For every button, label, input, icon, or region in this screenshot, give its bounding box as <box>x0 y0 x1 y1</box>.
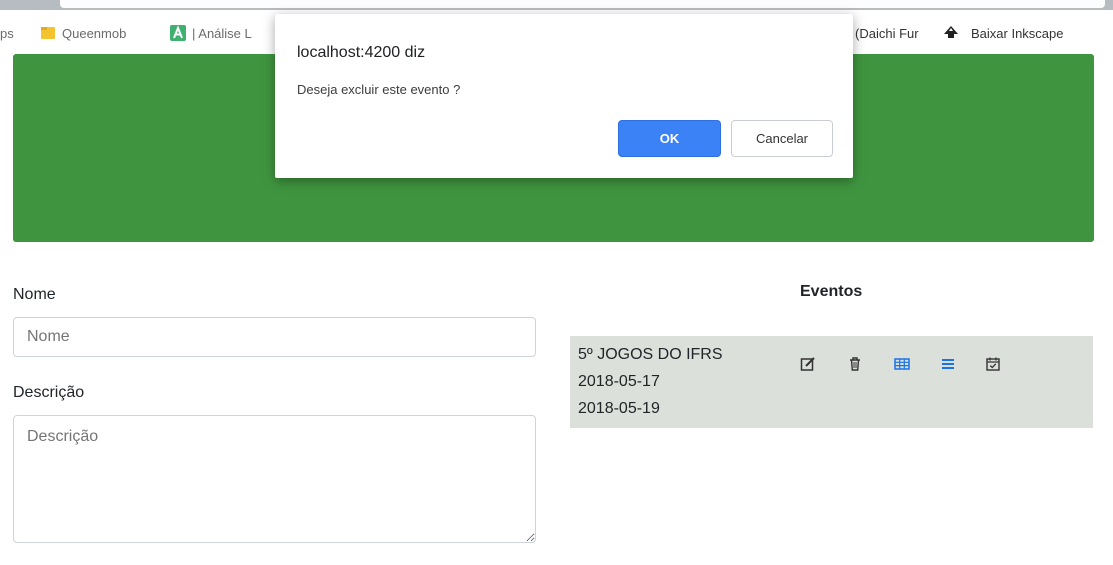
events-title: Eventos <box>800 283 863 300</box>
address-bar-edge <box>60 0 1105 8</box>
event-start-date: 2018-05-17 <box>578 373 660 390</box>
descricao-label: Descrição <box>13 384 85 401</box>
dialog-message: Deseja excluir este evento ? <box>297 82 461 97</box>
bookmark-inkscape[interactable]: Baixar Inkscape <box>943 22 1064 44</box>
calendar-check-icon[interactable] <box>983 354 1003 374</box>
bookmark-daichi[interactable]: (Daichi Fur <box>855 22 919 44</box>
bookmark-label: ps <box>0 25 14 41</box>
event-end-date: 2018-05-19 <box>578 400 660 417</box>
descricao-textarea[interactable] <box>13 415 536 543</box>
list-icon[interactable] <box>938 354 958 374</box>
table-icon[interactable] <box>892 354 912 374</box>
confirm-dialog: localhost:4200 diz Deseja excluir este e… <box>275 14 853 178</box>
event-item: 5º JOGOS DO IFRS 2018-05-17 2018-05-19 <box>570 336 1093 428</box>
bookmark-queenmob[interactable]: Queenmob <box>40 22 126 44</box>
inkscape-icon <box>943 25 959 41</box>
trash-icon[interactable] <box>845 354 865 374</box>
dialog-title: localhost:4200 diz <box>297 44 426 61</box>
nome-label: Nome <box>13 286 56 303</box>
nome-input[interactable] <box>13 317 536 357</box>
bookmark-label: Queenmob <box>62 25 127 41</box>
cancel-button[interactable]: Cancelar <box>731 120 833 157</box>
ok-button[interactable]: OK <box>618 120 721 157</box>
folder-icon <box>40 25 56 41</box>
bookmark-analise[interactable]: | Análise L <box>170 22 252 44</box>
bookmark-label: | Análise L <box>192 25 252 41</box>
bookmark-label: (Daichi Fur <box>855 25 919 41</box>
bookmark-apps[interactable]: ps <box>0 22 14 44</box>
event-name: 5º JOGOS DO IFRS <box>578 346 723 363</box>
bookmark-label: Baixar Inkscape <box>971 25 1064 41</box>
a-logo-icon <box>170 25 186 41</box>
edit-icon[interactable] <box>798 354 818 374</box>
